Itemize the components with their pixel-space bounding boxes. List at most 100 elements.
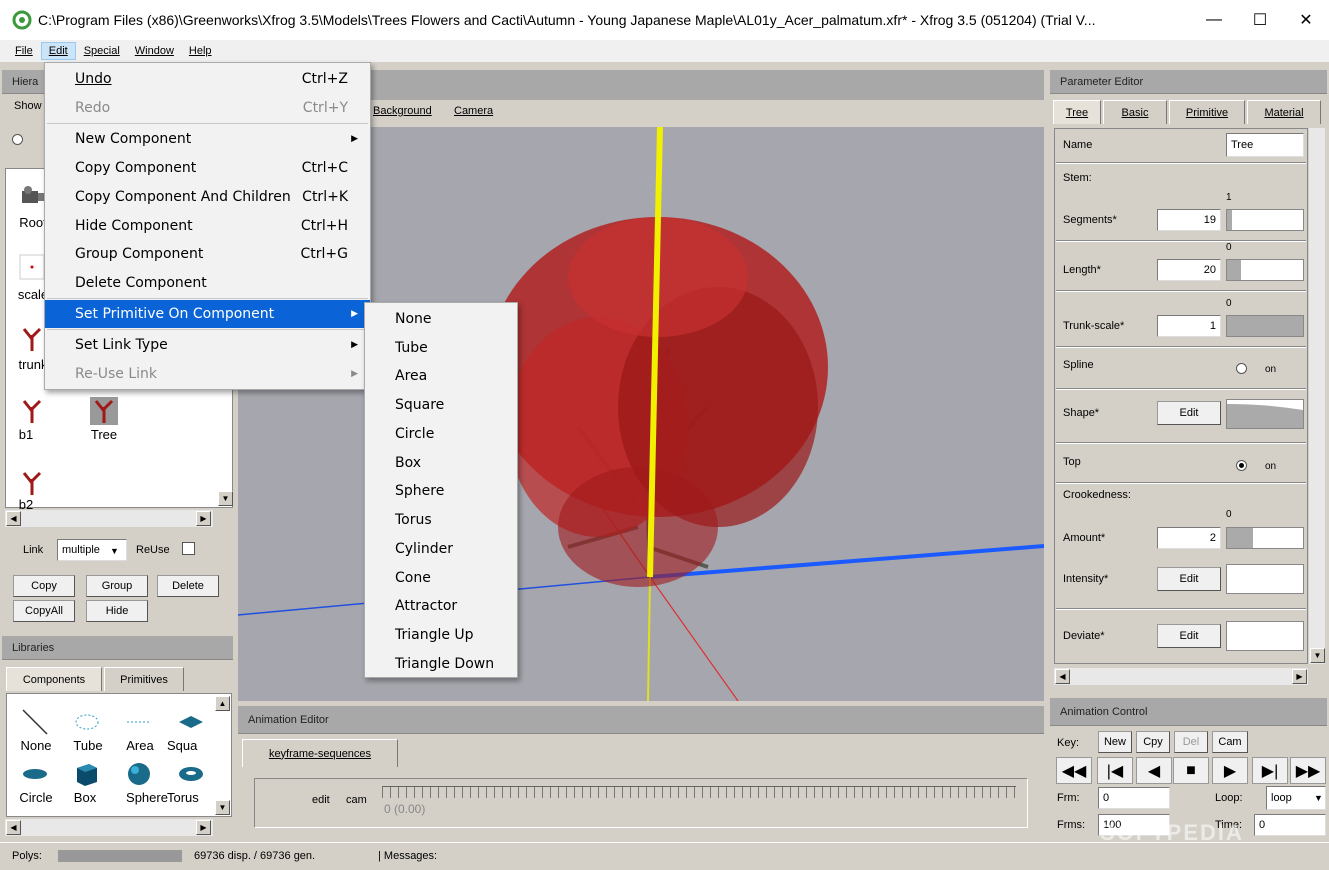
param-vscroll[interactable] (1309, 128, 1325, 664)
key-del-button[interactable]: Del (1174, 731, 1208, 753)
tab-primitives[interactable]: Primitives (104, 667, 184, 691)
trunkscale-slider[interactable] (1226, 315, 1304, 337)
menu-file[interactable]: File (8, 43, 40, 59)
amount-field[interactable]: 2 (1157, 527, 1221, 549)
tab-primitive[interactable]: Primitive (1169, 100, 1245, 124)
name-field[interactable]: Tree (1226, 133, 1304, 157)
segments-slider[interactable] (1226, 209, 1304, 231)
primitive-attractor[interactable]: Attractor (365, 592, 517, 620)
deviate-edit-button[interactable]: Edit (1157, 624, 1221, 648)
menu-edit[interactable]: Edit (40, 42, 76, 60)
trunkscale-field[interactable]: 1 (1157, 315, 1221, 337)
minimize-button[interactable]: — (1191, 0, 1237, 40)
primitive-sphere[interactable]: Sphere (365, 477, 517, 505)
key-cam-button[interactable]: Cam (1212, 731, 1248, 753)
deviate-curve[interactable] (1226, 621, 1304, 651)
background-menu[interactable]: Background (373, 105, 432, 117)
intensity-curve[interactable] (1226, 564, 1304, 594)
menu-item-copy-component[interactable]: Copy Component Ctrl+C (45, 154, 370, 182)
primitive-none[interactable]: None (365, 305, 517, 333)
reuse-checkbox[interactable] (182, 542, 195, 555)
stop-icon[interactable]: ■ (1173, 757, 1209, 784)
primitive-cylinder[interactable]: Cylinder (365, 535, 517, 563)
menu-item-undo[interactable]: Undo Ctrl+Z (45, 65, 370, 93)
tab-material[interactable]: Material (1247, 100, 1321, 124)
scale-node-icon[interactable] (18, 253, 46, 281)
menu-item-set-primitive[interactable]: Set Primitive On Component ▶ (45, 300, 370, 328)
camera-menu[interactable]: Camera (454, 105, 493, 117)
tube-primitive-icon[interactable] (73, 708, 101, 736)
top-on-radio[interactable] (1236, 460, 1247, 471)
b2-node-icon[interactable] (18, 469, 46, 497)
time-field[interactable]: 0 (1254, 814, 1326, 836)
tab-tree[interactable]: Tree (1053, 100, 1101, 124)
show-radio[interactable] (12, 134, 23, 145)
length-field[interactable]: 20 (1157, 259, 1221, 281)
rewind-icon[interactable]: ◀◀ (1056, 757, 1092, 784)
tree-hscroll[interactable] (5, 510, 213, 527)
lib-scroll-down[interactable]: ▼ (215, 800, 230, 815)
play-icon[interactable]: ▶ (1212, 757, 1248, 784)
tab-basic[interactable]: Basic (1103, 100, 1167, 124)
tree-scroll-down[interactable]: ▼ (218, 491, 233, 506)
param-scroll-right[interactable]: ▶ (1292, 669, 1307, 684)
step-back-icon[interactable]: ◀ (1136, 757, 1172, 784)
box-primitive-icon[interactable] (73, 760, 101, 788)
copy-button[interactable]: Copy (13, 575, 75, 597)
lib-scroll-right[interactable]: ▶ (196, 820, 211, 835)
key-cpy-button[interactable]: Cpy (1136, 731, 1170, 753)
delete-button[interactable]: Delete (157, 575, 219, 597)
tree-scroll-right[interactable]: ▶ (196, 511, 211, 526)
none-primitive-icon[interactable] (21, 708, 49, 736)
param-scroll-left[interactable]: ◀ (1055, 669, 1070, 684)
segments-field[interactable]: 19 (1157, 209, 1221, 231)
tree-node-icon[interactable] (90, 397, 118, 425)
primitive-triangle-up[interactable]: Triangle Up (365, 621, 517, 649)
menu-item-group-component[interactable]: Group Component Ctrl+G (45, 240, 370, 268)
primitive-circle[interactable]: Circle (365, 420, 517, 448)
length-slider[interactable] (1226, 259, 1304, 281)
torus-primitive-icon[interactable] (177, 760, 205, 788)
primitive-tube[interactable]: Tube (365, 334, 517, 362)
key-new-button[interactable]: New (1098, 731, 1132, 753)
primitive-box[interactable]: Box (365, 449, 517, 477)
menu-item-set-link-type[interactable]: Set Link Type ▶ (45, 331, 370, 359)
intensity-edit-button[interactable]: Edit (1157, 567, 1221, 591)
sphere-primitive-icon[interactable] (125, 760, 153, 788)
tab-components[interactable]: Components (6, 667, 102, 691)
menu-help[interactable]: Help (182, 43, 219, 59)
square-primitive-icon[interactable] (177, 708, 205, 736)
primitive-square[interactable]: Square (365, 391, 517, 419)
node-tree[interactable]: Tree (74, 427, 134, 442)
area-primitive-icon[interactable] (125, 708, 153, 736)
trunk-node-icon[interactable] (18, 325, 46, 353)
menu-special[interactable]: Special (77, 43, 127, 59)
amount-slider[interactable] (1226, 527, 1304, 549)
copyall-button[interactable]: CopyAll (13, 600, 75, 622)
param-scroll-down[interactable]: ▼ (1310, 648, 1325, 663)
group-button[interactable]: Group (86, 575, 148, 597)
frm-field[interactable]: 0 (1098, 787, 1170, 809)
b1-node-icon[interactable] (18, 397, 46, 425)
lib-hscroll[interactable] (5, 819, 213, 836)
menu-item-copy-component-children[interactable]: Copy Component And Children Ctrl+K (45, 183, 370, 211)
close-button[interactable]: ✕ (1283, 0, 1329, 40)
node-b2[interactable]: b2 (0, 497, 56, 509)
fast-forward-icon[interactable]: ▶▶ (1290, 757, 1326, 784)
skip-end-icon[interactable]: ▶| (1252, 757, 1288, 784)
shape-curve[interactable] (1226, 399, 1304, 429)
lib-scroll-left[interactable]: ◀ (6, 820, 21, 835)
param-hscroll[interactable] (1054, 668, 1308, 685)
primitive-triangle-down[interactable]: Triangle Down (365, 650, 517, 678)
spline-on-radio[interactable] (1236, 363, 1247, 374)
primitive-torus[interactable]: Torus (365, 506, 517, 534)
circle-primitive-icon[interactable] (21, 760, 49, 788)
skip-start-icon[interactable]: |◀ (1097, 757, 1133, 784)
menu-item-delete-component[interactable]: Delete Component (45, 269, 370, 297)
loop-chevron-down-icon[interactable]: ▼ (1314, 793, 1323, 803)
primitive-cone[interactable]: Cone (365, 564, 517, 592)
menu-item-new-component[interactable]: New Component ▶ (45, 125, 370, 153)
tree-scroll-left[interactable]: ◀ (6, 511, 21, 526)
hide-button[interactable]: Hide (86, 600, 148, 622)
maximize-button[interactable]: ☐ (1237, 0, 1283, 40)
